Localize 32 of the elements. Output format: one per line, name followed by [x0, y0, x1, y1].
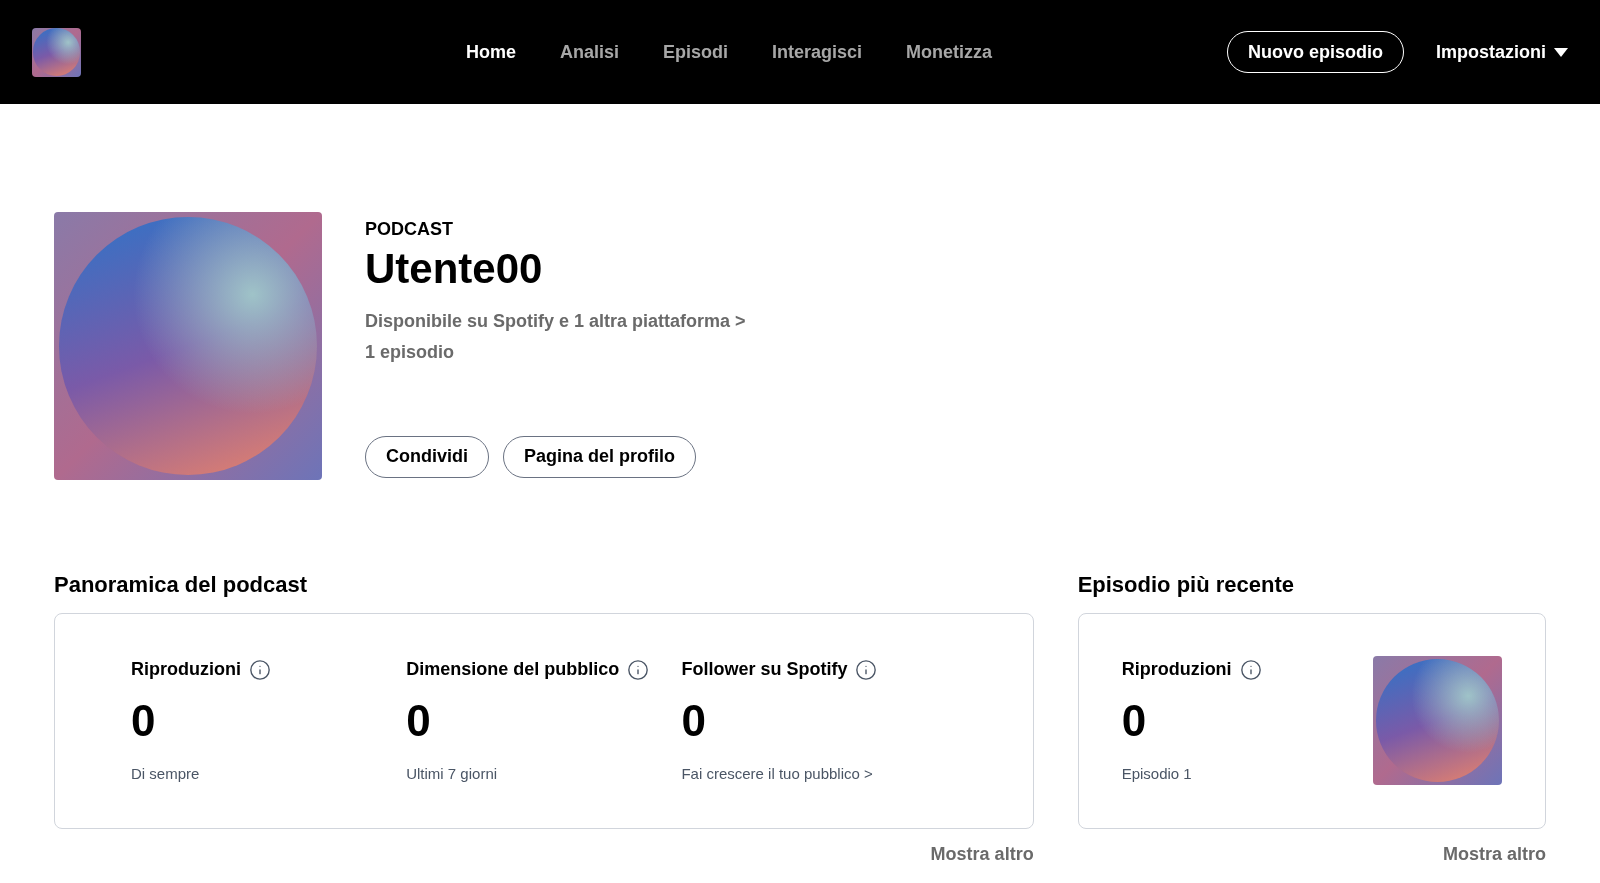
show-more-link[interactable]: Mostra altro [930, 841, 1034, 868]
stat-value: 0 [681, 699, 707, 743]
caret-icon [1554, 47, 1568, 57]
episode-count: 1 episodio [365, 340, 455, 364]
show-more-link[interactable]: Mostra altro [1442, 841, 1546, 868]
stat-label: Riproduzioni [1121, 658, 1232, 681]
nav-tab[interactable]: Analisi [559, 38, 619, 66]
podcast-title: Utente00 [365, 244, 544, 294]
info-icon[interactable] [855, 658, 878, 681]
info-icon[interactable] [249, 658, 271, 681]
section-title: Episodio più recente [1077, 571, 1295, 599]
info-icon[interactable] [1239, 658, 1262, 681]
stat-label: Dimensione del pubblico [406, 658, 620, 681]
stat-caption: Fai crescere il tuo pubblico > [681, 764, 874, 784]
availability-link[interactable]: Disponibile su Spotify e 1 altra piattaforma > [365, 307, 746, 335]
stat-label: Riproduzioni [131, 658, 241, 681]
logo-icon [32, 27, 81, 77]
section-title: Panoramica del podcast [54, 571, 309, 599]
stat-caption: Episodio 1 [1121, 764, 1193, 784]
stat-value: 0 [131, 699, 157, 743]
type-label: PODCAST [365, 218, 454, 241]
nav-tab[interactable]: Episodi [662, 38, 728, 66]
stat-caption: Ultimi 7 giorni [406, 764, 499, 784]
nav-tab[interactable]: Monetizza [906, 38, 993, 66]
stat-caption: Di sempre [131, 764, 201, 784]
stat-value: 0 [406, 699, 432, 743]
info-icon[interactable] [627, 658, 650, 681]
nav-tab[interactable]: Interagisci [772, 38, 863, 66]
nav-tab[interactable]: Home [465, 38, 516, 66]
stat-value: 0 [1121, 699, 1148, 743]
stat-label: Follower su Spotify [681, 658, 848, 681]
settings-menu[interactable]: Impostazioni [1436, 38, 1568, 66]
